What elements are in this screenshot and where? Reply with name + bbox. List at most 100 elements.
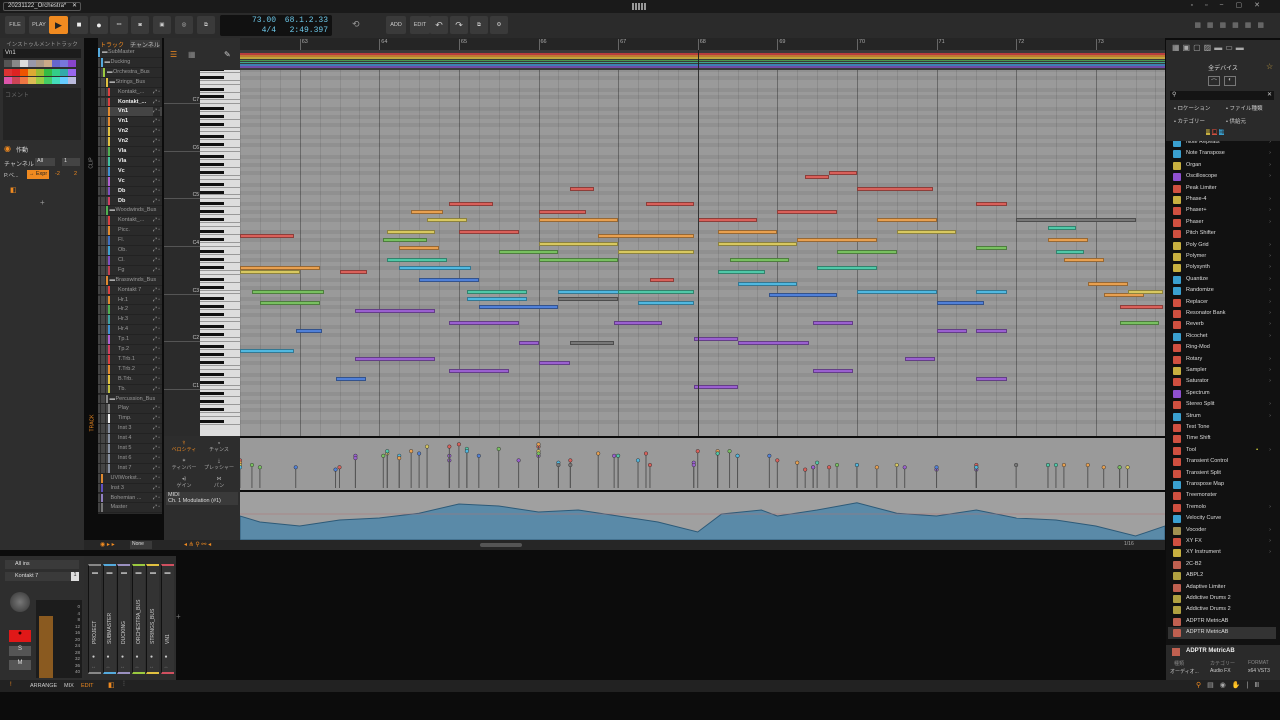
midi-note[interactable] [717,269,766,274]
device-list-item[interactable]: ABPL2 [1168,570,1276,582]
black-key[interactable] [200,202,224,206]
device-filter-icon[interactable]: ⌒ [1208,76,1220,86]
midi-note[interactable] [251,289,324,294]
bar-number[interactable]: 69 [777,39,785,50]
track-name-field[interactable]: Vn1 [3,49,81,58]
record-arm-button[interactable]: ● [9,630,31,642]
midi-note[interactable] [729,257,790,262]
device-list-item[interactable]: Stereo Split › [1168,399,1276,411]
expr-button[interactable]: → Expr [27,170,49,179]
track-lock-icon[interactable]: ⤢ ▫ [152,453,160,463]
strip-route-icon[interactable]: ↔ [91,664,96,670]
arrange-view-tab[interactable]: ARRANGE [30,683,57,689]
midi-note[interactable] [335,376,366,381]
track-row[interactable]: Vc ⤢ ▫ [98,176,162,187]
color-swatch[interactable] [4,77,12,84]
device-list-item[interactable]: Treemonster [1168,490,1276,502]
clip-tools-icons[interactable]: ◂ ⋔ ⚲ ⚯ ◂ [184,541,211,548]
white-key[interactable] [200,356,240,358]
time-signature-display[interactable]: 4/4 [250,26,276,35]
grid-view-icon[interactable]: ▦ [188,50,196,59]
track-row[interactable]: Kontakt_... ⤢ ▫ [98,87,162,98]
track-lock-icon[interactable]: ⤢ ▫ [152,87,160,97]
midi-note[interactable] [240,234,295,239]
track-row[interactable]: ▬ Strings_Bus [98,77,162,88]
track-row[interactable]: Hr.2 ⤢ ▫ [98,305,162,316]
mixer-strip[interactable]: ▬ DUCKING ● ↔ [117,564,130,674]
track-lock-icon[interactable]: ⤢ ▫ [152,384,160,394]
color-swatch[interactable] [60,68,68,76]
midi-note[interactable] [449,202,494,207]
track-lock-icon[interactable]: ⤢ ▫ [152,196,160,206]
midi-note[interactable] [717,230,778,235]
track-row[interactable]: T.Trb.1 ⤢ ▫ [98,354,162,365]
device-list-item[interactable]: Phase-4 › [1168,194,1276,206]
chevron-right-icon[interactable]: › [1269,171,1271,182]
black-key[interactable] [200,313,224,317]
white-key[interactable] [200,79,240,81]
track-lock-icon[interactable]: ⤢ ▫ [152,156,160,166]
color-swatch[interactable] [20,60,28,67]
track-lock-icon[interactable]: ⤢ ▫ [152,414,160,424]
midi-note[interactable] [649,277,674,282]
mix-view-tab[interactable]: MIX [64,683,74,689]
redo-icon[interactable]: ↷ [450,16,468,34]
mixer-strip[interactable]: ▬ STRINGS_BUS ● ↔ [146,564,159,674]
white-key[interactable] [200,198,240,200]
track-lock-icon[interactable]: ⤢ ▫ [152,117,160,127]
track-row[interactable]: Vc ⤢ ▫ [98,166,162,177]
midi-note[interactable] [538,210,587,215]
track-row[interactable]: ▬ Orchestra_Bus [98,67,162,78]
midi-note[interactable] [458,230,519,235]
add-device-button[interactable]: + [40,198,45,207]
midi-note[interactable] [427,218,467,223]
volume-knob[interactable] [10,592,30,612]
device-list-item[interactable]: Phaser+ › [1168,205,1276,217]
track-lock-icon[interactable]: ⤢ ▫ [152,503,160,513]
midi-note[interactable] [1119,305,1164,310]
chevron-right-icon[interactable]: › [1269,194,1271,205]
track-row[interactable]: Tb. ⤢ ▫ [98,384,162,395]
black-key[interactable] [200,285,224,289]
device-list-item[interactable]: Peak Limiter [1168,182,1276,194]
white-key[interactable] [200,269,240,271]
midi-note[interactable] [618,289,694,294]
track-row[interactable]: Tp.1 ⤢ ▫ [98,335,162,345]
track-lock-icon[interactable]: ⤢ ▫ [152,354,160,364]
white-key[interactable] [200,91,240,93]
strip-knob-icon[interactable]: ● [136,654,139,660]
range-high[interactable]: 2 [74,171,77,177]
midi-note[interactable] [717,242,798,246]
color-swatch[interactable] [12,60,20,67]
white-key[interactable] [200,139,240,141]
black-key[interactable] [200,75,224,79]
midi-note[interactable] [829,170,857,175]
modulation-lane[interactable] [240,492,1165,540]
range-low[interactable]: -2 [55,171,60,177]
color-swatch[interactable] [68,68,76,76]
chevron-right-icon[interactable]: › [1269,217,1271,228]
midi-note[interactable] [570,341,615,345]
device-list-item[interactable]: Ricochet › [1168,330,1276,343]
track-row[interactable]: Vn2 ⤢ ▫ [98,127,162,138]
midi-note[interactable] [466,289,527,294]
white-key[interactable] [200,83,240,85]
color-swatch[interactable] [60,77,68,84]
track-row[interactable]: Vla ⤢ ▫ [98,156,162,167]
black-key[interactable] [200,135,224,139]
strip-knob-icon[interactable]: ● [150,654,153,660]
file-button[interactable]: FILE [5,16,25,34]
black-key[interactable] [200,344,224,348]
track-lock-icon[interactable]: ⤢ ▫ [152,216,160,226]
loop-icon[interactable]: ⟲ [352,19,360,30]
velocity-lane-button[interactable]: ⫯ ベロシティ [168,440,200,453]
midi-note[interactable] [1127,289,1164,294]
device-list-item[interactable]: Spectrum [1168,387,1276,400]
white-key[interactable] [200,317,240,319]
white-key[interactable] [200,424,240,426]
white-key[interactable] [200,376,240,378]
track-row[interactable]: Hr.3 ⤢ ▫ [98,315,162,326]
input-select[interactable]: All ins [5,560,79,569]
clip-overview[interactable] [240,50,1165,70]
pre-roll-icon[interactable]: ⧉ [197,16,215,34]
